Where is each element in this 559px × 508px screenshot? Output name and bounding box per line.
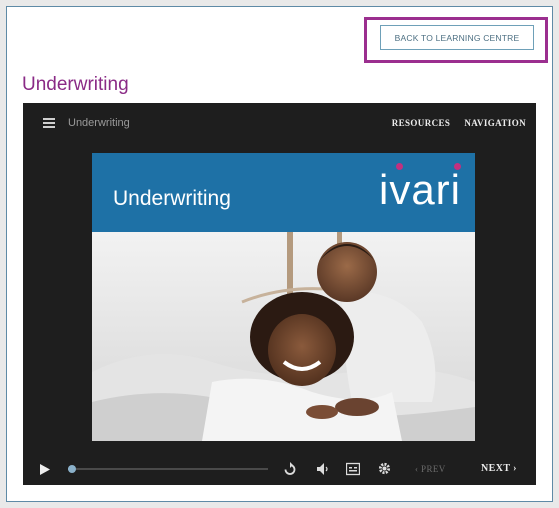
slide-banner: Underwriting ivari xyxy=(92,153,475,232)
course-player: Underwriting RESOURCES NAVIGATION Underw… xyxy=(23,103,536,485)
logo-dot-left xyxy=(396,163,403,170)
player-nav: RESOURCES NAVIGATION xyxy=(392,118,526,128)
replay-icon[interactable] xyxy=(284,462,296,476)
prev-button[interactable]: ‹ PREV xyxy=(415,464,446,474)
next-button[interactable]: NEXT › xyxy=(481,463,517,474)
navigation-link[interactable]: NAVIGATION xyxy=(464,118,526,128)
couple-lying-smiling-photo xyxy=(92,232,475,441)
player-topbar: Underwriting RESOURCES NAVIGATION xyxy=(23,103,536,145)
captions-icon[interactable] xyxy=(346,462,360,476)
ivari-logo: ivari xyxy=(378,166,461,213)
course-title: Underwriting xyxy=(68,117,130,129)
hamburger-menu-icon[interactable] xyxy=(43,118,55,128)
volume-icon[interactable] xyxy=(317,462,329,476)
player-controls: ‹ PREV NEXT › xyxy=(23,453,536,485)
settings-gear-icon[interactable] xyxy=(378,462,391,475)
slide-title: Underwriting xyxy=(113,187,231,210)
play-icon[interactable] xyxy=(40,464,50,475)
progress-bar[interactable] xyxy=(68,465,268,473)
page-title: Underwriting xyxy=(22,74,129,95)
logo-dot-right xyxy=(454,163,461,170)
resources-link[interactable]: RESOURCES xyxy=(392,118,451,128)
slide: Underwriting ivari xyxy=(92,153,475,441)
progress-knob[interactable] xyxy=(68,465,76,473)
back-to-learning-centre-button[interactable]: BACK TO LEARNING CENTRE xyxy=(380,25,534,50)
